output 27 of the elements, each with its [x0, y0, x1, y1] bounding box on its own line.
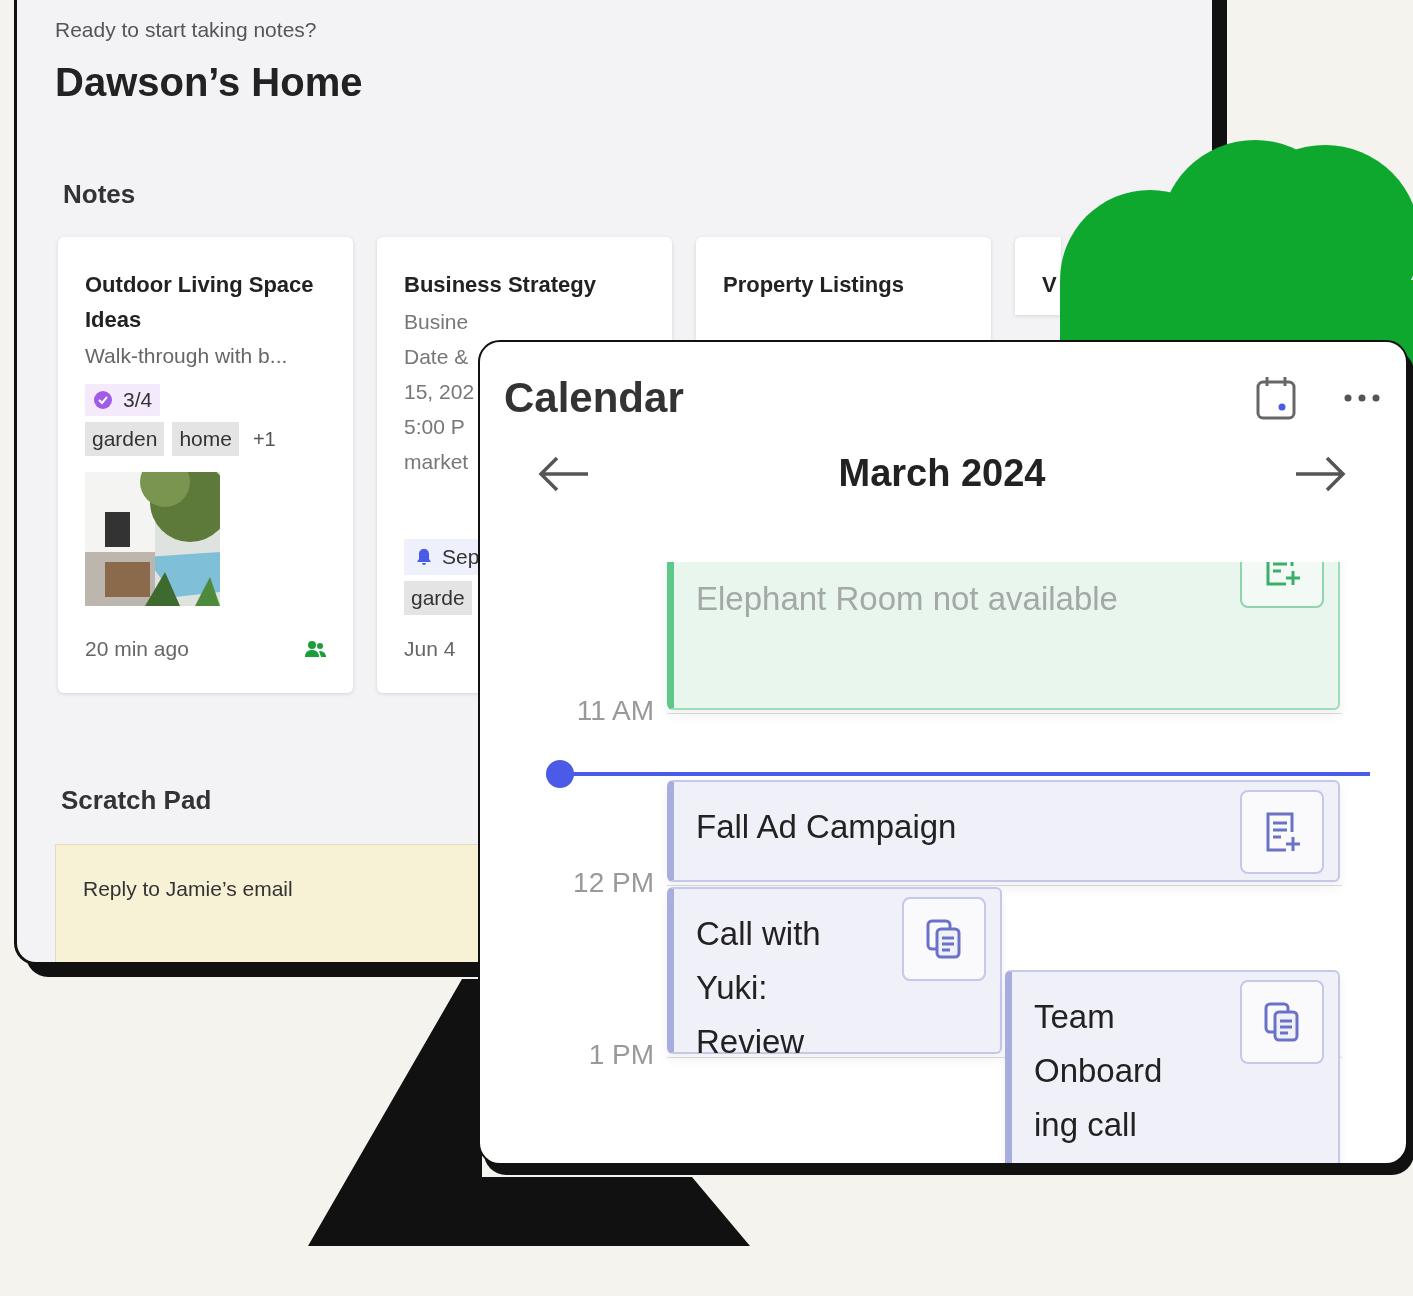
event-title: Elephant Room not available — [696, 579, 1119, 619]
note-date: 20 min ago — [85, 637, 189, 661]
note-snippet: Walk-through with b... — [85, 344, 288, 368]
hour-label: 11 AM — [575, 695, 654, 727]
note-text: market — [404, 449, 470, 475]
note-text: 15, 202 — [404, 379, 475, 405]
note-title: Business Strategy — [404, 271, 596, 299]
page-title: Dawson’s Home — [55, 60, 364, 105]
task-badge: 3/4 — [85, 384, 161, 416]
note-text: Date & — [404, 344, 470, 370]
scratch-text: Reply to Jamie’s email — [83, 877, 293, 900]
note-title: Outdoor Living Space Ideas — [85, 271, 315, 334]
month-title: March 2024 — [838, 452, 1046, 495]
section-heading: Notes — [63, 179, 137, 210]
section-heading: Scratch Pad — [61, 785, 213, 816]
note-text: Busine — [404, 309, 470, 335]
calendar-title: Calendar — [504, 374, 685, 422]
hour-label: 12 PM — [572, 867, 654, 899]
event-title: Fall Ad Campaign — [696, 807, 958, 847]
note-title: V — [1042, 271, 1057, 299]
more-tags-count: +1 — [252, 427, 276, 451]
note-title: Property Listings — [723, 271, 904, 299]
hour-label: 1 PM — [587, 1039, 654, 1071]
event-title: Team Onboarding call — [1034, 997, 1164, 1145]
note-date: Jun 4 — [404, 637, 456, 661]
note-text: 5:00 P — [404, 414, 466, 440]
greeting: Ready to start taking notes? — [55, 18, 318, 42]
